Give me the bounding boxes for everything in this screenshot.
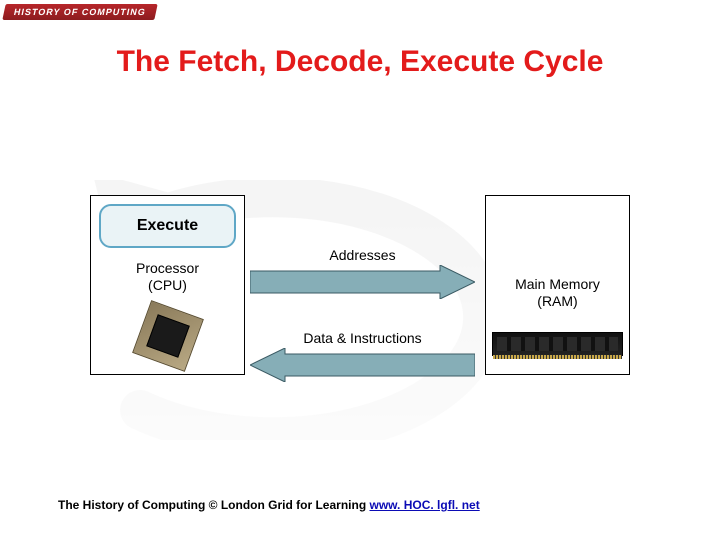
cpu-label: Processor (CPU) bbox=[91, 260, 244, 294]
ram-label-line2: (RAM) bbox=[537, 293, 577, 309]
cpu-label-line1: Processor bbox=[136, 260, 199, 276]
arrow-left-icon bbox=[250, 348, 475, 382]
addresses-arrow-group: Addresses bbox=[250, 247, 475, 304]
cpu-chip-icon bbox=[132, 300, 204, 372]
ram-box: Main Memory (RAM) bbox=[485, 195, 630, 375]
execute-stage-pill: Execute bbox=[99, 204, 236, 248]
footer-credit: The History of Computing © London Grid f… bbox=[58, 498, 480, 512]
arrow-right-icon bbox=[250, 265, 475, 299]
ram-label: Main Memory (RAM) bbox=[486, 276, 629, 310]
page-title: The Fetch, Decode, Execute Cycle bbox=[0, 45, 720, 79]
ram-stick-icon bbox=[492, 332, 623, 356]
cpu-box: Execute Processor (CPU) bbox=[90, 195, 245, 375]
footer-link[interactable]: www. HOC. lgfl. net bbox=[369, 498, 479, 512]
site-logo: HISTORY OF COMPUTING bbox=[2, 4, 157, 20]
execute-label: Execute bbox=[137, 217, 198, 235]
data-instructions-label: Data & Instructions bbox=[250, 330, 475, 346]
cpu-label-line2: (CPU) bbox=[148, 277, 187, 293]
addresses-label: Addresses bbox=[250, 247, 475, 263]
footer-text: The History of Computing © London Grid f… bbox=[58, 498, 369, 512]
ram-label-line1: Main Memory bbox=[515, 276, 600, 292]
data-arrow-group: Data & Instructions bbox=[250, 330, 475, 387]
